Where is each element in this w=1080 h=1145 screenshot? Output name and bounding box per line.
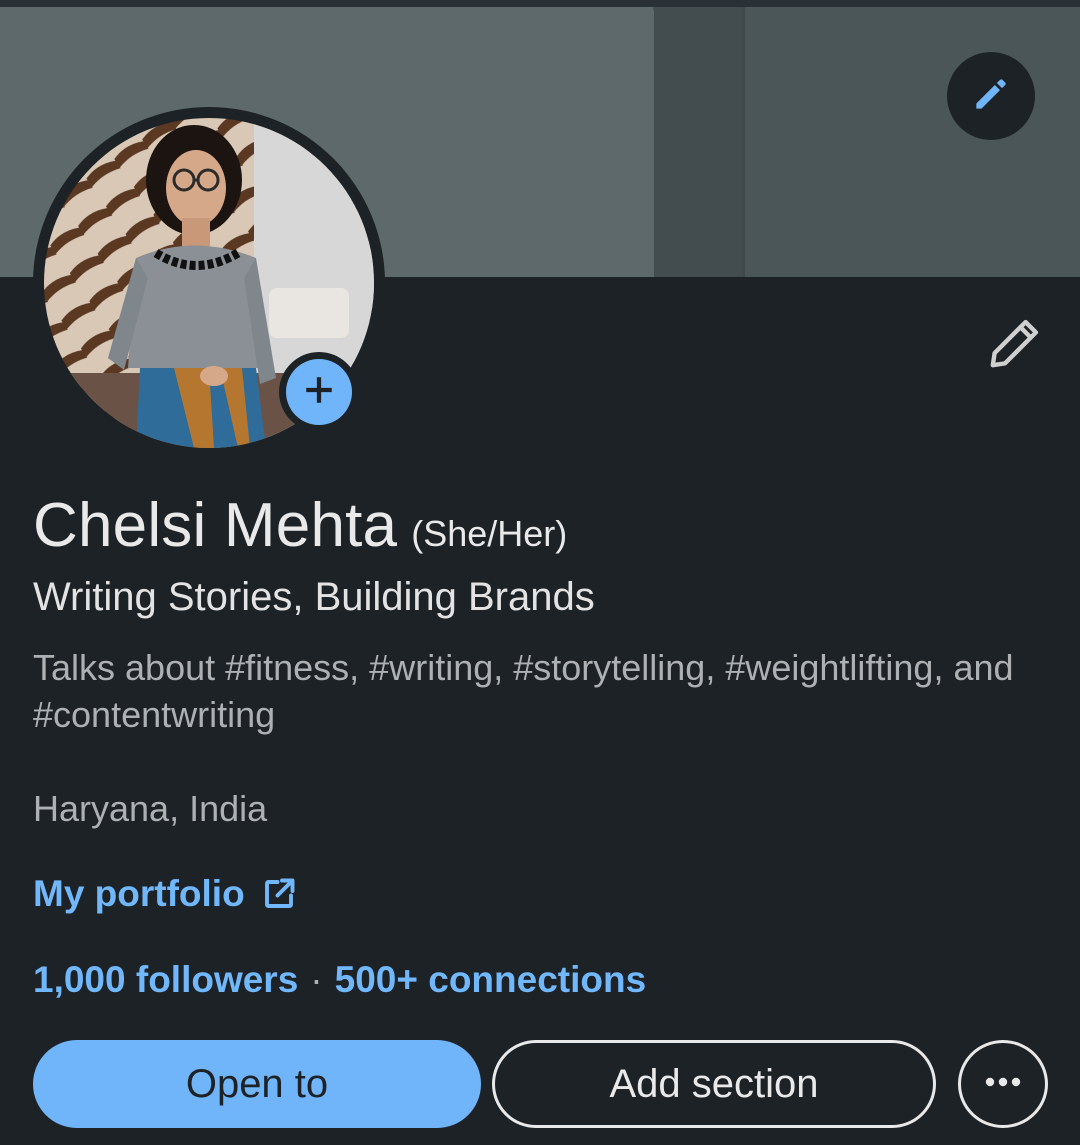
more-button[interactable] [958, 1040, 1048, 1128]
profile-headline: Writing Stories, Building Brands [33, 575, 595, 619]
pencil-icon [969, 72, 1013, 121]
name-row: Chelsi Mehta (She/Her) [33, 490, 567, 561]
more-horizontal-icon [983, 1075, 1023, 1093]
followers-link[interactable]: 1,000 followers [33, 959, 298, 1001]
connections-link[interactable]: 500+ connections [335, 959, 647, 1001]
banner-bar-shape [654, 7, 742, 277]
add-section-button[interactable]: Add section [492, 1040, 936, 1128]
pencil-icon [983, 313, 1045, 380]
profile-location: Haryana, India [33, 788, 268, 829]
open-to-button[interactable]: Open to [33, 1040, 481, 1128]
portfolio-label: My portfolio [33, 873, 245, 914]
profile-name: Chelsi Mehta [33, 491, 398, 560]
talks-about: Talks about #fitness, #writing, #storyte… [33, 647, 1014, 735]
banner-bar-edge [742, 7, 745, 277]
edit-intro-button[interactable] [980, 312, 1048, 380]
stats-separator: · [310, 959, 323, 1000]
status-strip [0, 0, 1080, 7]
edit-banner-button[interactable] [947, 52, 1035, 140]
add-photo-badge [286, 359, 352, 425]
plus-icon [302, 373, 336, 412]
profile-pronouns: (She/Her) [411, 513, 568, 554]
profile-page: Chelsi Mehta (She/Her) Writing Stories, … [0, 0, 1080, 1145]
network-stats: 1,000 followers · 500+ connections [33, 959, 646, 1001]
external-link-icon [261, 876, 297, 912]
portfolio-link[interactable]: My portfolio [33, 873, 297, 915]
add-photo-button[interactable] [279, 352, 359, 432]
